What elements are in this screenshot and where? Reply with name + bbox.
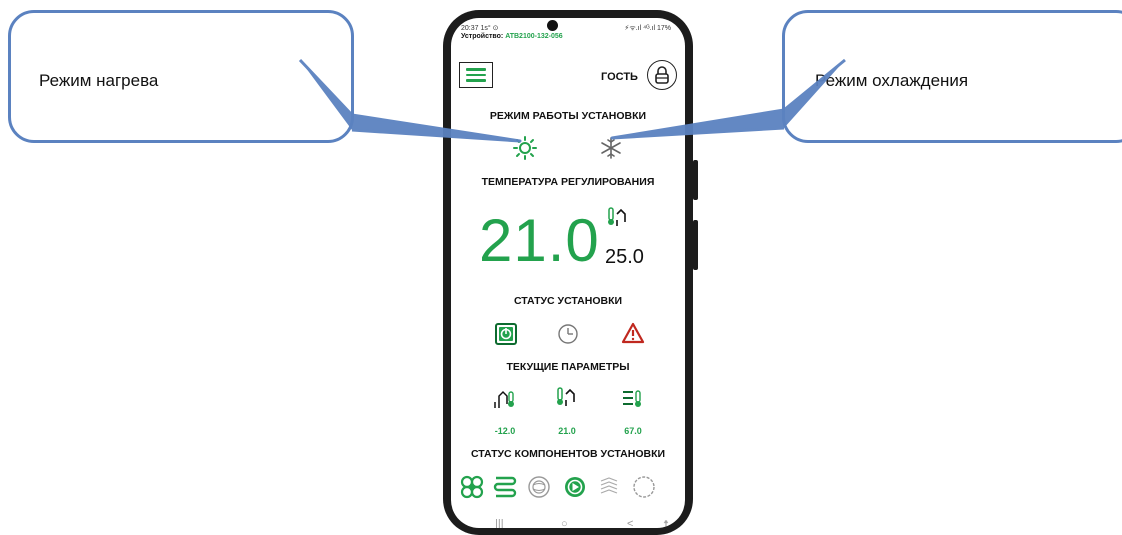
components-heading: СТАТУС КОМПОНЕНТОВ УСТАНОВКИ xyxy=(470,448,666,460)
indoor-temp-icon xyxy=(557,387,575,406)
param-indoor-value: 21.0 xyxy=(558,426,576,436)
sun-icon[interactable] xyxy=(513,136,537,160)
current-temperature: 21.0 xyxy=(479,207,600,274)
device-line: Устройство: ATB2100-132-056 xyxy=(461,33,563,40)
front-camera xyxy=(547,20,558,31)
menu-button[interactable] xyxy=(459,62,493,88)
nav-recent-button[interactable]: ||| xyxy=(495,518,504,528)
setpoint-temperature[interactable]: 25.0 xyxy=(605,246,644,269)
pump-icon[interactable] xyxy=(563,475,587,499)
phone-screen: 20:37 1s° ⊙ ⚡ᯤ.ıl ⁴ᴳ.ıl 17% Устройство: … xyxy=(451,18,685,528)
fan-icon[interactable] xyxy=(459,474,485,500)
callout-heating-text: Режим нагрева xyxy=(39,71,159,90)
device-label: Устройство: xyxy=(461,33,504,40)
power-side-button xyxy=(693,220,698,270)
snowflake-icon[interactable] xyxy=(599,136,623,160)
callout-cooling-text: Режим охлаждения xyxy=(815,71,969,90)
unit-status-heading: СТАТУС УСТАНОВКИ xyxy=(513,295,623,307)
param-water-value: 67.0 xyxy=(624,426,642,436)
nav-home-button[interactable]: ○ xyxy=(561,518,568,528)
device-id: ATB2100-132-056 xyxy=(505,33,563,40)
filter-icon[interactable] xyxy=(527,475,551,499)
status-indicators: ⚡ᯤ.ıl ⁴ᴳ.ıl 17% xyxy=(624,25,671,32)
nav-accessibility-button[interactable]: ☨ xyxy=(663,518,669,528)
nav-back-button[interactable]: < xyxy=(627,518,633,528)
user-label: ГОСТЬ xyxy=(601,71,638,83)
volume-button xyxy=(693,160,698,200)
clock-icon[interactable] xyxy=(557,323,579,345)
mode-heading: РЕЖИМ РАБОТЫ УСТАНОВКИ xyxy=(489,110,647,122)
phone-frame: 20:37 1s° ⊙ ⚡ᯤ.ıl ⁴ᴳ.ıl 17% Устройство: … xyxy=(443,10,698,535)
warning-icon[interactable] xyxy=(621,322,645,344)
setpoint-thermometer-icon xyxy=(608,207,626,226)
callout-cooling-mode: Режим охлаждения xyxy=(782,10,1122,143)
temperature-heading: ТЕМПЕРАТУРА РЕГУЛИРОВАНИЯ xyxy=(481,176,655,188)
lock-icon xyxy=(655,66,669,84)
outdoor-temp-icon xyxy=(494,390,514,408)
lock-button[interactable] xyxy=(647,60,677,90)
cooler-icon[interactable] xyxy=(597,475,621,499)
callout-heating-mode: Режим нагрева xyxy=(8,10,354,143)
power-icon[interactable] xyxy=(495,323,517,345)
compressor-icon[interactable] xyxy=(631,474,657,500)
water-temp-icon xyxy=(623,390,641,407)
param-outdoor-value: -12.0 xyxy=(494,426,516,436)
status-time: 20:37 1s° ⊙ xyxy=(461,25,499,32)
heater-icon[interactable] xyxy=(493,475,517,499)
current-parameters-heading: ТЕКУЩИЕ ПАРАМЕТРЫ xyxy=(506,361,630,373)
